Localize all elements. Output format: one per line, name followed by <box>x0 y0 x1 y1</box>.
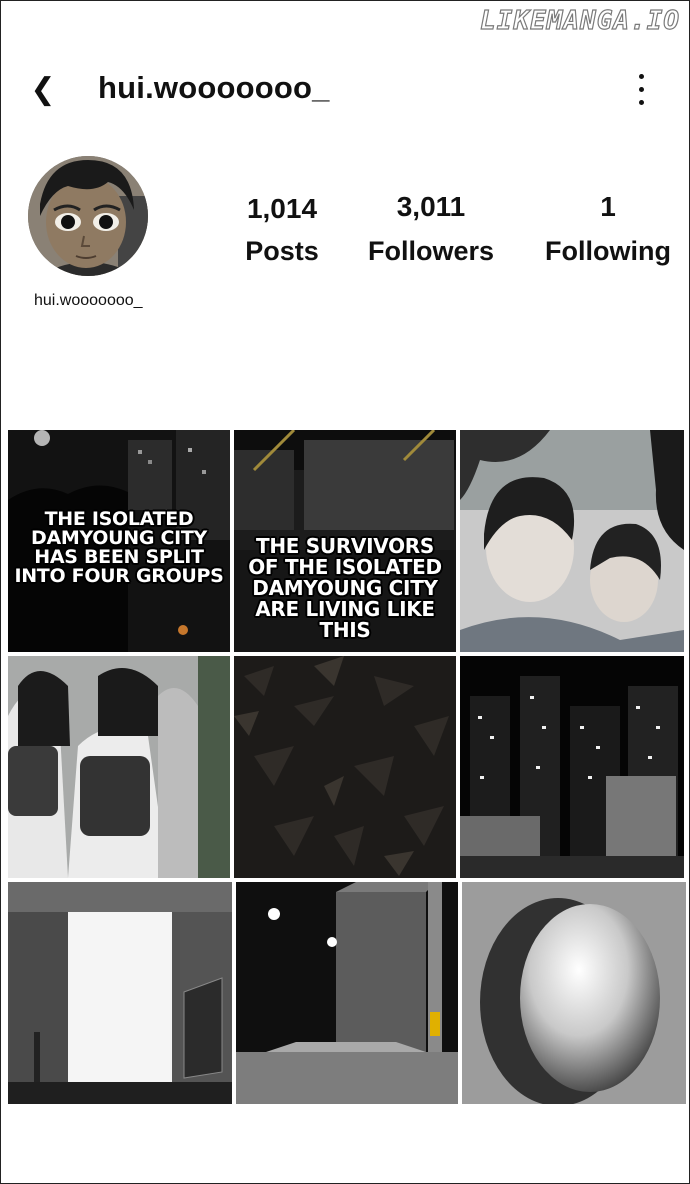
followers-count: 3,011 <box>396 191 466 222</box>
post-image <box>234 656 456 878</box>
stat-posts[interactable]: 1,014 Posts <box>232 192 332 268</box>
posts-label: Posts <box>245 236 319 266</box>
followers-label: Followers <box>367 236 495 266</box>
post-caption: THE SURVIVORS OF THE ISOLATED DAMYOUNG C… <box>248 534 442 642</box>
posts-grid: THE ISOLATED DAMYOUNG CITY HAS BEEN SPLI… <box>8 430 688 1106</box>
post-tile[interactable] <box>234 656 456 878</box>
avatar[interactable] <box>28 156 148 276</box>
post-tile[interactable] <box>460 656 684 878</box>
more-options-button[interactable] <box>626 68 658 112</box>
post-tile[interactable] <box>8 882 232 1104</box>
post-tile[interactable] <box>236 882 458 1104</box>
post-image <box>8 882 232 1104</box>
header-username: hui.wooooooo_ <box>98 70 330 105</box>
watermark: LIKEMANGA.IO <box>480 5 680 36</box>
post-tile[interactable]: THE ISOLATED DAMYOUNG CITY HAS BEEN SPLI… <box>8 430 230 652</box>
posts-count: 1,014 <box>246 193 318 224</box>
profile-name: hui.wooooooo_ <box>34 292 143 309</box>
post-image <box>8 656 230 878</box>
post-caption: THE ISOLATED DAMYOUNG CITY HAS BEEN SPLI… <box>14 508 224 587</box>
chevron-left-icon: ❮ <box>30 72 56 106</box>
post-image <box>460 656 684 878</box>
post-tile[interactable] <box>462 882 686 1104</box>
post-tile[interactable]: THE SURVIVORS OF THE ISOLATED DAMYOUNG C… <box>234 430 456 652</box>
post-image <box>460 430 684 652</box>
post-tile[interactable] <box>8 656 230 878</box>
post-tile[interactable] <box>460 430 684 652</box>
following-label: Following <box>545 236 671 266</box>
post-image <box>236 882 458 1104</box>
stat-following[interactable]: 1 Following <box>538 190 678 268</box>
back-button[interactable]: ❮ <box>26 66 60 112</box>
vertical-ellipsis-icon <box>639 74 644 79</box>
post-image <box>462 882 686 1104</box>
stat-followers[interactable]: 3,011 Followers <box>360 190 502 268</box>
avatar-image <box>28 156 148 276</box>
following-count: 1 <box>600 191 616 222</box>
